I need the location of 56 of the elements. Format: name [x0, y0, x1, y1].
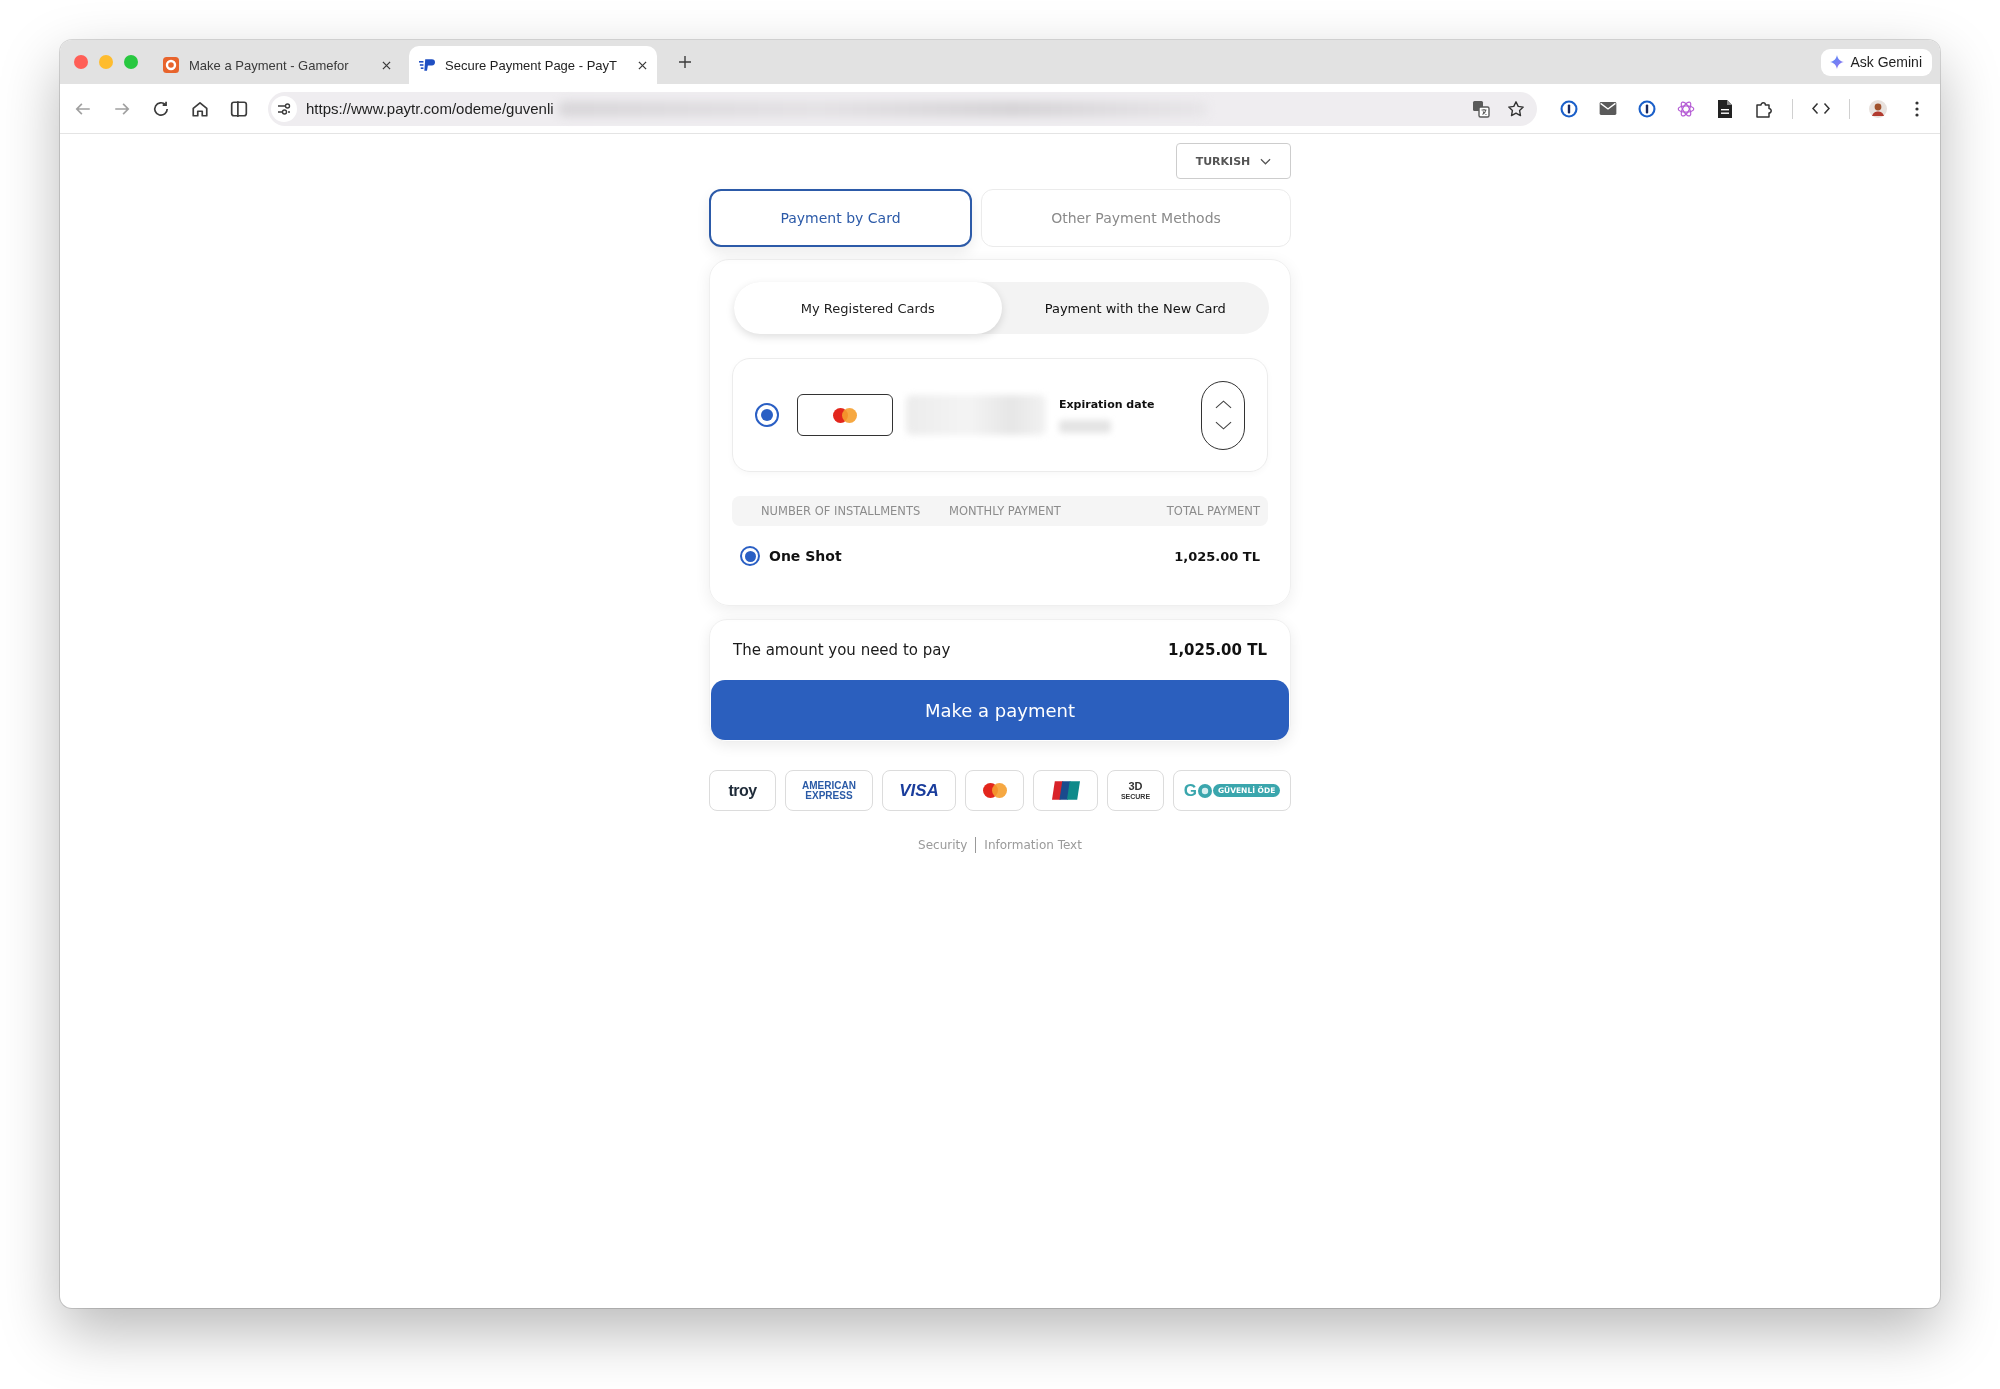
card-scroll-button[interactable] — [1201, 380, 1245, 450]
puzzle-icon[interactable] — [1755, 99, 1773, 118]
column-header: NUMBER OF INSTALLMENTS — [761, 504, 922, 518]
brand-wordmark: troy — [728, 781, 757, 800]
brand-wordmark: G — [1183, 780, 1197, 801]
expiry-label: Expiration date — [1059, 397, 1155, 411]
ring-icon — [1197, 783, 1212, 798]
radio-button[interactable] — [740, 546, 760, 566]
browser-tab[interactable]: Secure Payment Page - PayT — [409, 46, 657, 84]
ring-tile-icon — [163, 57, 179, 73]
reload-icon[interactable] — [152, 99, 170, 118]
chevron-up-icon — [1214, 400, 1232, 409]
home-icon[interactable] — [191, 99, 209, 118]
stripes-logo-icon — [419, 57, 435, 73]
ask-button[interactable]: Ask Gemini — [1821, 48, 1932, 76]
overlapping-circles-icon — [833, 407, 857, 423]
avatar-icon[interactable] — [1869, 99, 1887, 118]
column-header: TOTAL PAYMENT — [1166, 504, 1260, 518]
url-text: https://www.paytr.com/odeme/guvenli — [306, 100, 554, 117]
table-cell: 1,025.00 TL — [1174, 548, 1260, 564]
chevron-down-icon — [1214, 421, 1232, 430]
brand-wordmark: VISA — [899, 780, 939, 801]
address-bar[interactable]: https://www.paytr.com/odeme/guvenli — [268, 91, 1537, 126]
split-view-icon[interactable] — [230, 99, 248, 118]
radio-button[interactable] — [755, 403, 779, 427]
amount-label: The amount you need to pay — [733, 641, 951, 659]
close-icon[interactable] — [638, 60, 647, 70]
translate-icon[interactable] — [1472, 99, 1490, 118]
atom-icon[interactable] — [1677, 99, 1695, 118]
card-source-tab[interactable]: Payment with the New Card — [1001, 282, 1269, 334]
browser-tab[interactable]: Make a Payment - Gamefor — [153, 46, 401, 84]
document-icon[interactable] — [1718, 99, 1732, 118]
card-source-tab[interactable]: My Registered Cards — [734, 282, 1002, 334]
sparkle-icon — [1830, 55, 1845, 69]
bookmark-star-icon[interactable] — [1507, 99, 1525, 118]
code-icon[interactable] — [1812, 102, 1830, 115]
blurred-expiry-date — [1059, 419, 1111, 433]
installment-option: One Shot — [769, 548, 842, 564]
amount-value: 1,025.00 TL — [1167, 641, 1267, 659]
language-dropdown[interactable]: TURKISH — [1176, 143, 1291, 179]
close-icon[interactable] — [382, 60, 391, 70]
sliders-icon[interactable] — [271, 95, 297, 122]
overlapping-circles-icon — [982, 783, 1007, 798]
brand-wordmark: 3D — [1128, 781, 1143, 792]
payment-method-tab[interactable]: Other Payment Methods — [981, 189, 1291, 247]
chevron-down-icon — [1260, 157, 1272, 165]
menu-icon[interactable] — [1915, 100, 1919, 117]
payment-method-tab[interactable]: Payment by Card — [709, 189, 972, 247]
keyhole-ring-icon[interactable] — [1560, 99, 1578, 118]
brand-wordmark: AMERICAN EXPRESS — [802, 780, 856, 801]
new-tab-icon[interactable] — [679, 56, 691, 68]
envelope-icon[interactable] — [1599, 102, 1617, 115]
pay-button[interactable]: Make a payment — [711, 680, 1289, 740]
column-header: MONTHLY PAYMENT — [949, 504, 1062, 518]
tricolor-card-icon — [1051, 781, 1080, 800]
keyhole-ring-icon[interactable] — [1638, 99, 1656, 118]
